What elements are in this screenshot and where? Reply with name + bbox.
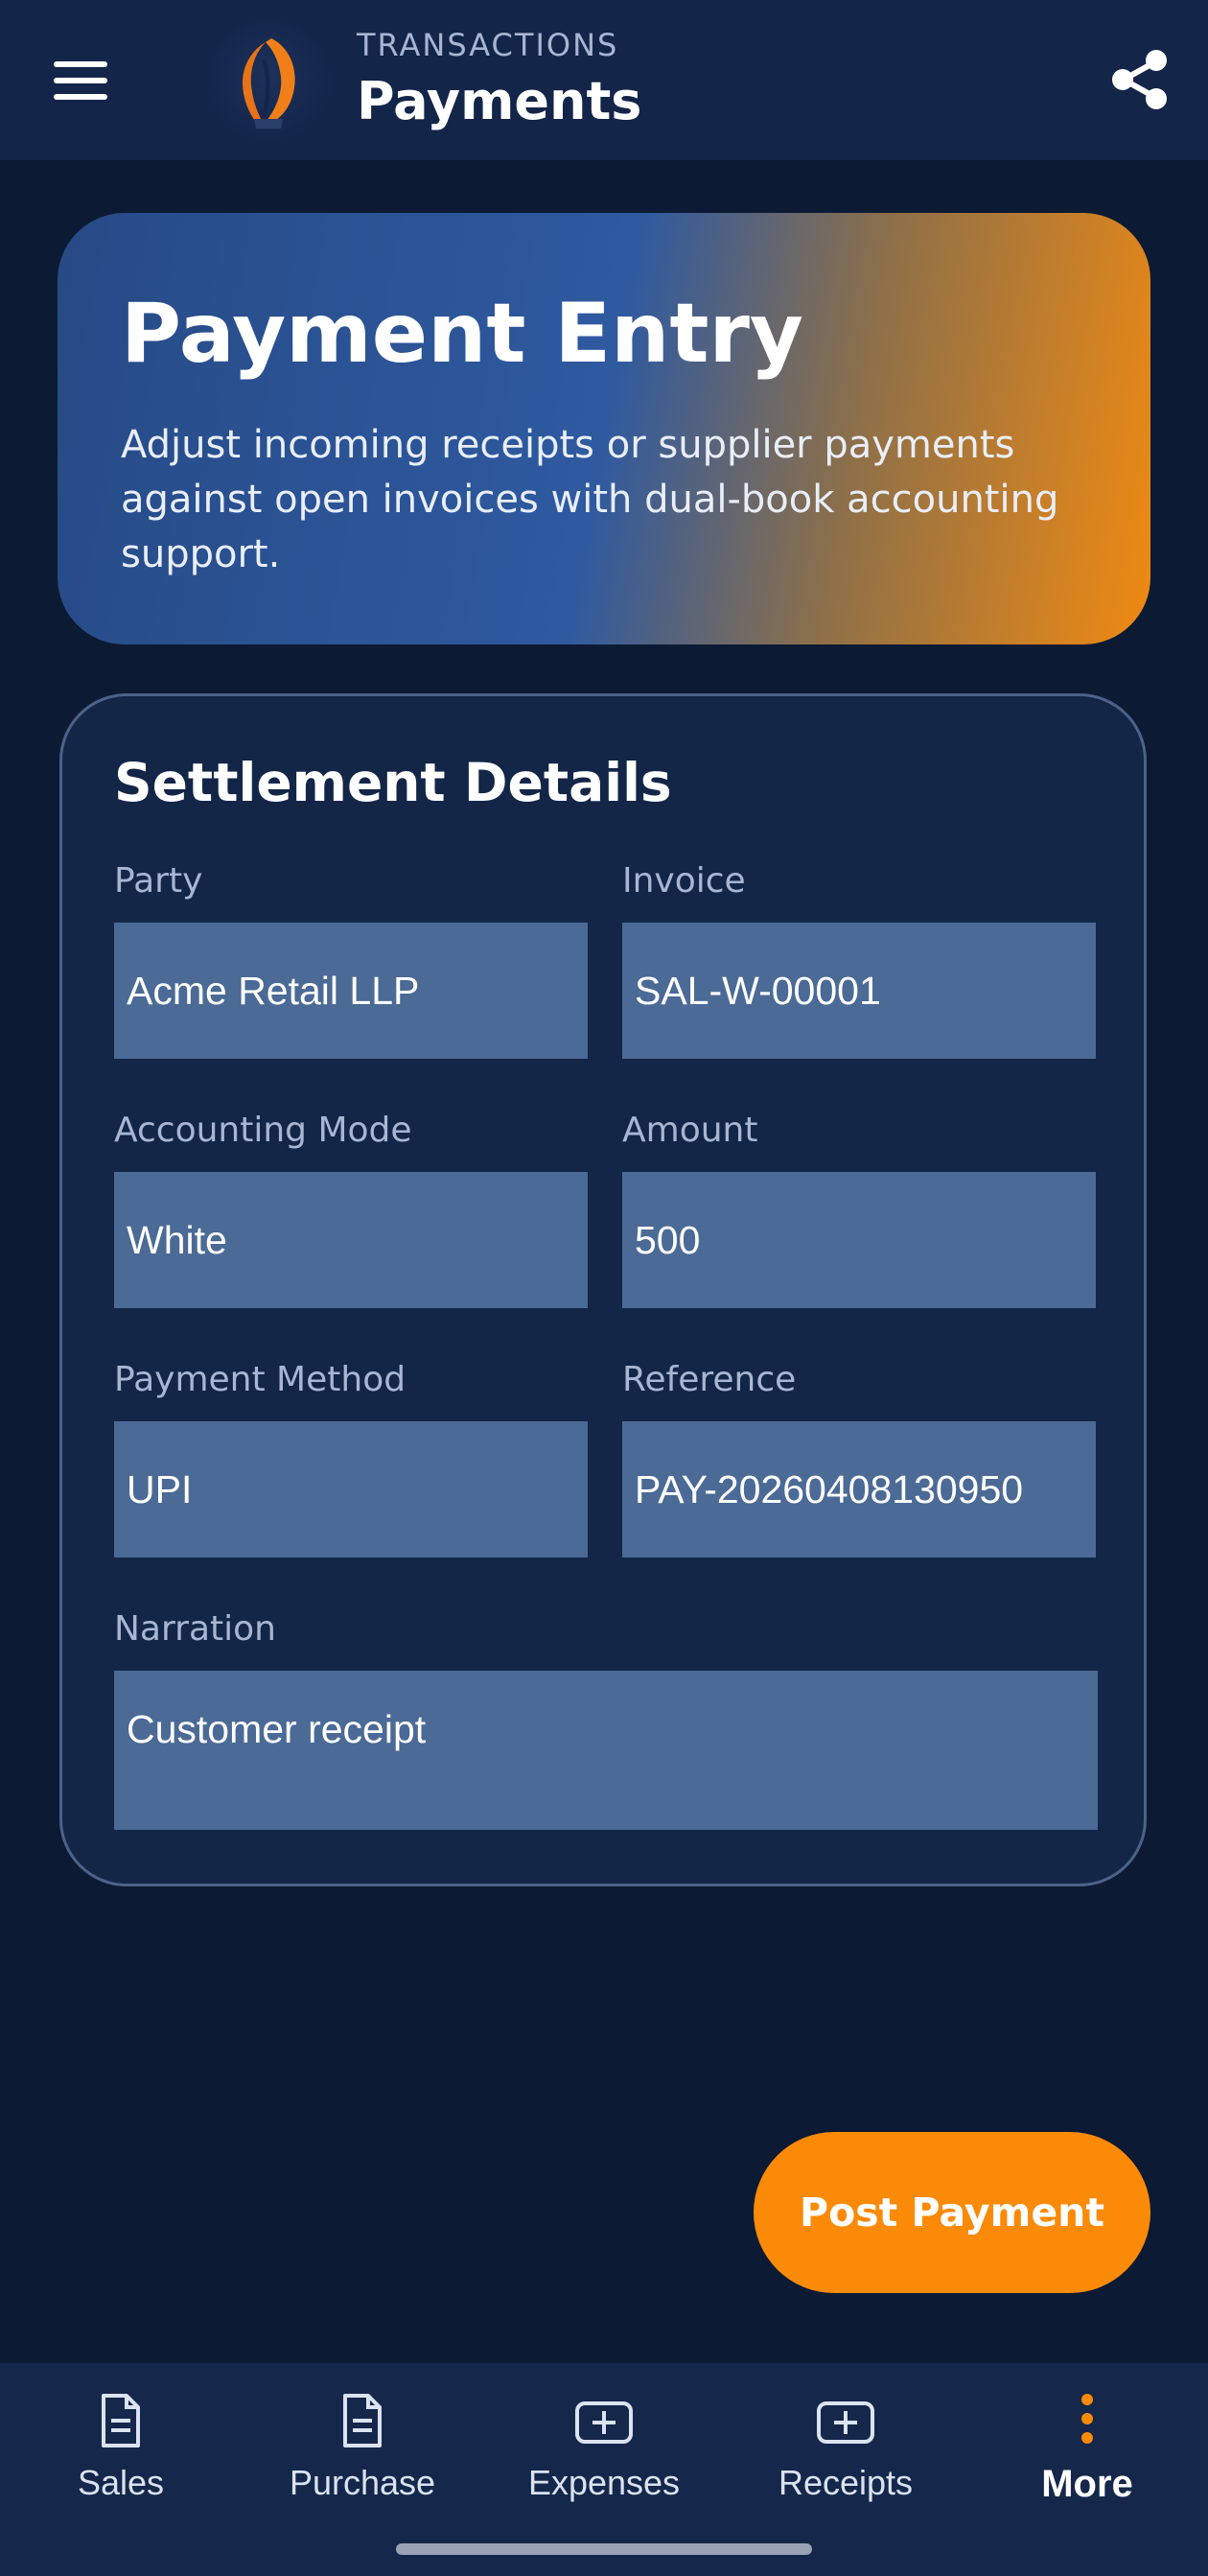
add-box-icon	[575, 2401, 633, 2444]
invoice-label: Invoice	[622, 861, 746, 901]
home-indicator[interactable]	[396, 2543, 812, 2555]
hero-description: Adjust incoming receipts or supplier pay…	[121, 423, 1059, 576]
page-title: Payments	[357, 71, 642, 131]
hero-title: Payment Entry	[121, 286, 803, 382]
narration-label: Narration	[114, 1609, 276, 1649]
section-overline: TRANSACTIONS	[357, 27, 619, 63]
amount-field[interactable]: 500	[622, 1172, 1096, 1308]
reference-label: Reference	[622, 1360, 797, 1399]
nav-label-purchase: Purchase	[289, 2463, 436, 2502]
payment-entry-hero: Payment Entry Adjust incoming receipts o…	[58, 213, 1150, 644]
app-bar: TRANSACTIONS Payments	[0, 0, 1208, 160]
nav-label-expenses: Expenses	[527, 2463, 681, 2502]
share-icon	[1112, 50, 1167, 109]
menu-button[interactable]	[48, 58, 113, 104]
app-logo	[206, 21, 331, 146]
section-title: Settlement Details	[114, 752, 672, 813]
amount-label: Amount	[622, 1111, 758, 1150]
nav-label-sales: Sales	[77, 2463, 165, 2502]
nav-item-expenses[interactable]: Expenses	[483, 2363, 725, 2555]
payment-method-field[interactable]: UPI	[114, 1421, 588, 1557]
shell-logo-icon	[243, 38, 295, 129]
nav-item-more[interactable]: More	[966, 2363, 1208, 2555]
nav-item-receipts[interactable]: Receipts	[725, 2363, 966, 2555]
document-icon	[343, 2394, 382, 2447]
nav-label-receipts: Receipts	[778, 2463, 914, 2502]
accounting-mode-field[interactable]: White	[114, 1172, 588, 1308]
nav-label-more: More	[1041, 2463, 1133, 2505]
party-field[interactable]: Acme Retail LLP	[114, 923, 588, 1059]
add-box-icon	[817, 2401, 874, 2444]
payment-method-label: Payment Method	[114, 1360, 407, 1399]
nav-item-sales[interactable]: Sales	[0, 2363, 242, 2555]
accounting-mode-label: Accounting Mode	[114, 1111, 412, 1150]
menu-icon-bar	[54, 78, 107, 83]
invoice-field[interactable]: SAL-W-00001	[622, 923, 1096, 1059]
party-label: Party	[114, 861, 203, 901]
nav-item-purchase[interactable]: Purchase	[242, 2363, 483, 2555]
share-button[interactable]	[1108, 48, 1172, 111]
narration-field[interactable]: Customer receipt	[114, 1671, 1098, 1830]
menu-icon-bar	[54, 94, 107, 100]
menu-icon	[54, 61, 107, 67]
post-payment-button[interactable]: Post Payment	[754, 2132, 1150, 2293]
more-vertical-icon	[1081, 2394, 1093, 2444]
settlement-details-card: Settlement Details Party Acme Retail LLP…	[59, 693, 1147, 1886]
reference-field[interactable]: PAY-20260408130950	[622, 1421, 1096, 1557]
document-icon	[102, 2394, 140, 2447]
